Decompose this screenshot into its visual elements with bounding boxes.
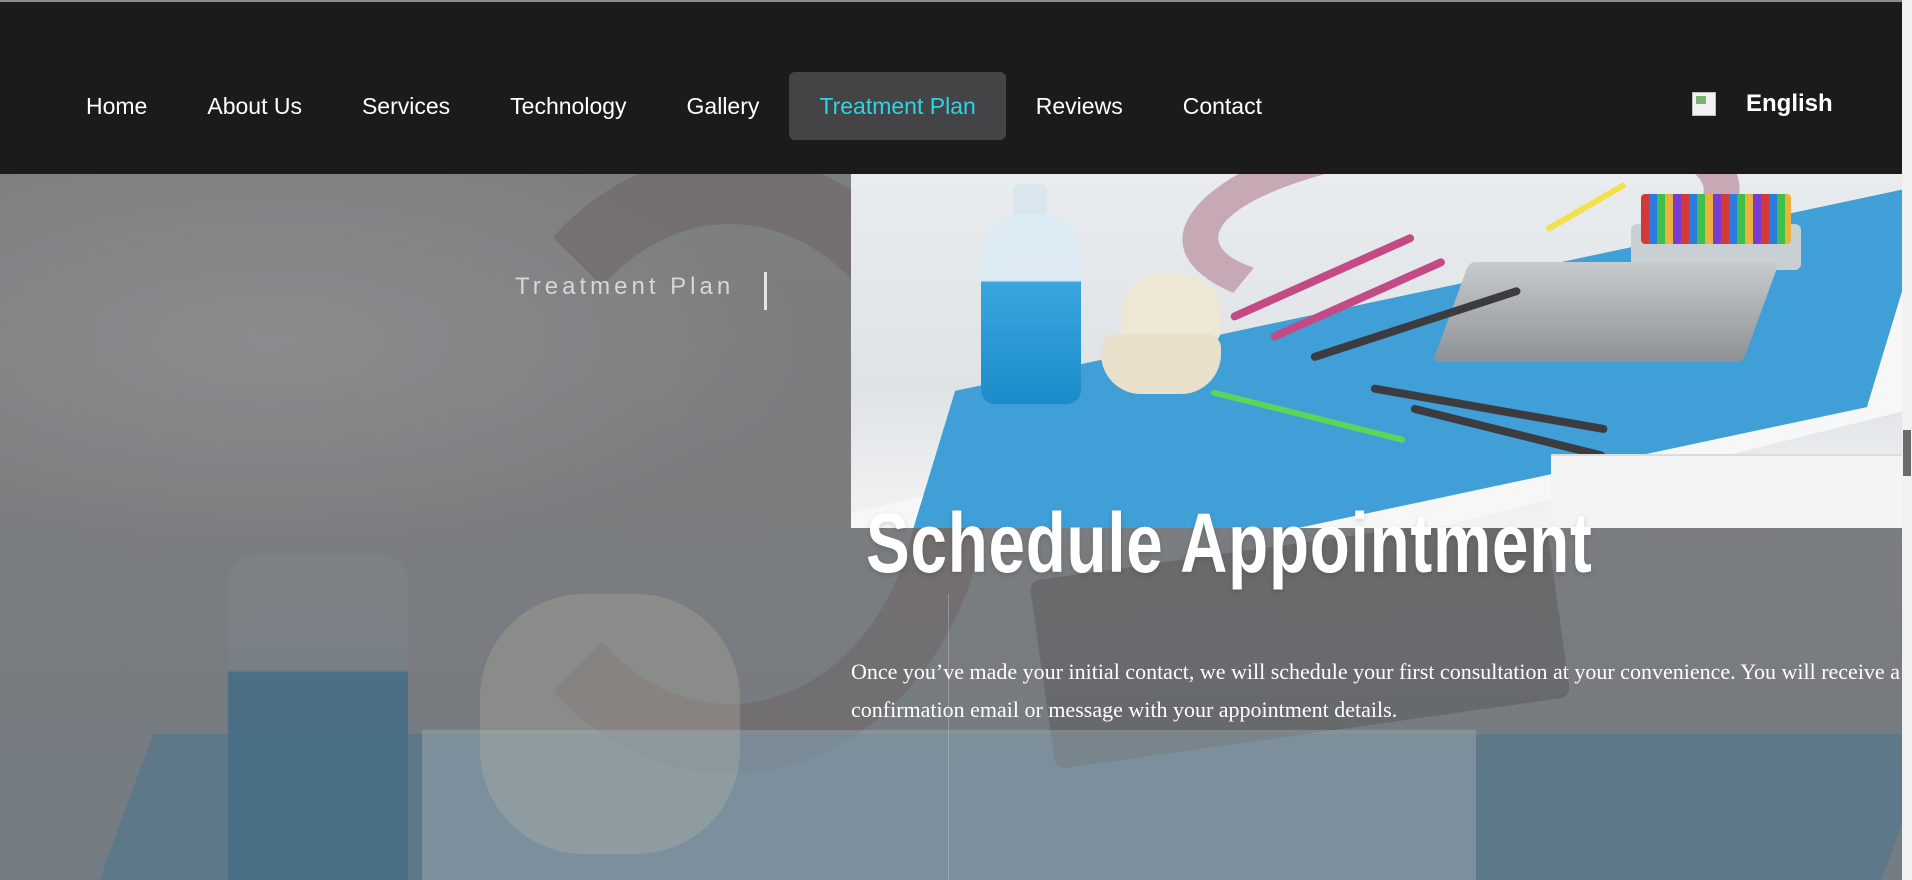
page-heading: Schedule Appointment: [866, 496, 1593, 590]
photo-steel-tray: [1432, 262, 1780, 362]
nav-item-gallery[interactable]: Gallery: [657, 72, 790, 140]
page: Home About Us Services Technology Galler…: [0, 0, 1902, 880]
nav-item-technology[interactable]: Technology: [480, 72, 656, 140]
main-menu: Home About Us Services Technology Galler…: [64, 72, 1292, 140]
photo-pencils: [1641, 194, 1791, 244]
nav-item-reviews[interactable]: Reviews: [1006, 72, 1153, 140]
nav-item-contact[interactable]: Contact: [1153, 72, 1292, 140]
top-navigation-bar: Home About Us Services Technology Galler…: [0, 2, 1902, 174]
scrollbar-thumb[interactable]: [1903, 430, 1911, 476]
section-label: Treatment Plan: [515, 273, 735, 300]
photo-dental-model-lower: [1101, 334, 1221, 394]
flag-icon: [1692, 92, 1716, 116]
language-label: English: [1746, 90, 1833, 117]
section-label-divider: [764, 272, 767, 310]
nav-item-treatment-plan[interactable]: Treatment Plan: [789, 72, 1006, 140]
dental-tools-photo: [851, 174, 1902, 528]
photo-bottle: [981, 214, 1081, 404]
appointment-description: Once you’ve made your initial contact, w…: [851, 659, 1900, 722]
nav-item-about-us[interactable]: About Us: [177, 72, 332, 140]
nav-item-home[interactable]: Home: [64, 72, 177, 140]
language-selector[interactable]: English: [1692, 90, 1833, 118]
photo-drawer: [1551, 454, 1902, 528]
nav-item-services[interactable]: Services: [332, 72, 480, 140]
page-scrollbar[interactable]: [1902, 0, 1912, 880]
